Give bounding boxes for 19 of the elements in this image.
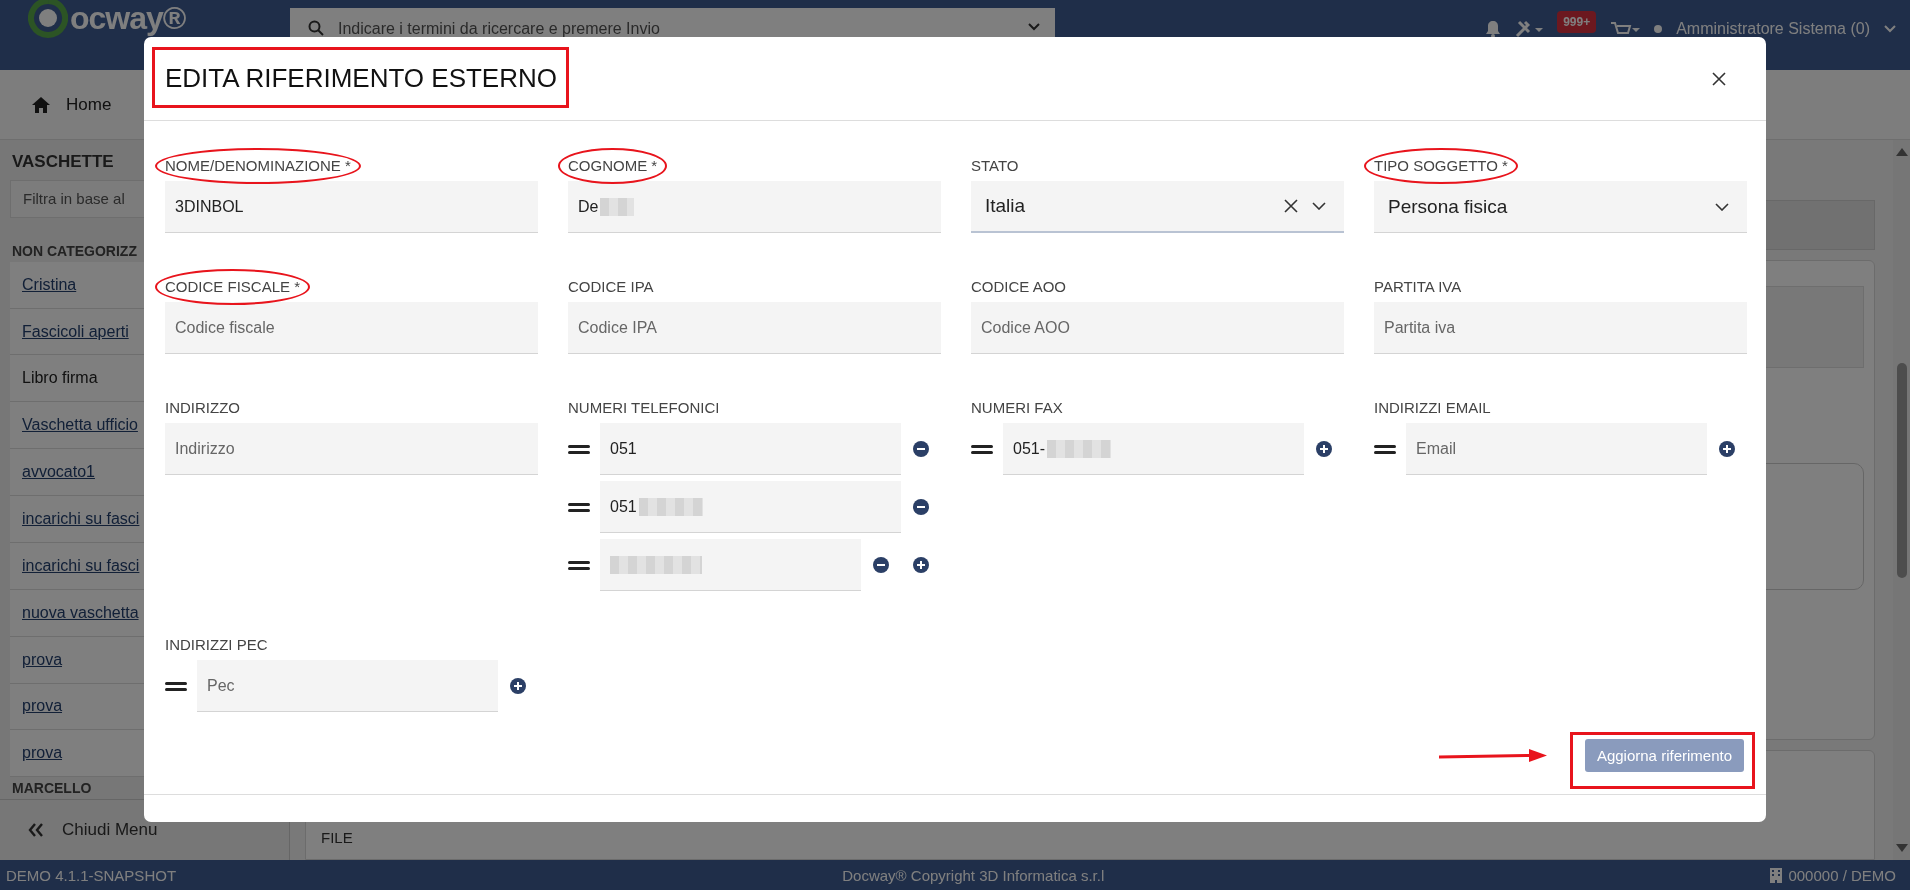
field-label: CODICE IPA: [568, 277, 654, 297]
field-label: NUMERI TELEFONICI: [568, 398, 720, 418]
account-label: 000000 / DEMO: [1788, 866, 1896, 884]
modal-title: EDITA RIFERIMENTO ESTERNO: [165, 63, 557, 93]
field-label: INDIRIZZI EMAIL: [1374, 398, 1491, 418]
notification-badge: 999+: [1557, 11, 1597, 33]
version-label: DEMO 4.1.1-SNAPSHOT: [6, 866, 177, 884]
field-label: INDIRIZZO: [165, 398, 240, 418]
field-label: NUMERI FAX: [971, 398, 1063, 418]
field-label: CODICE AOO: [971, 277, 1067, 297]
group-heading: NON CATEGORIZZ: [12, 241, 137, 261]
field-label: STATO: [971, 156, 1019, 176]
section-label: FILE: [321, 829, 353, 846]
group-heading: MARCELLO: [12, 779, 92, 799]
logo-text: ocway®: [70, 1, 186, 35]
copyright-text: Docway® Copyright 3D Informatica s.r.l: [842, 866, 1105, 884]
sidebar-title: VASCHETTE: [12, 152, 114, 173]
field-label: INDIRIZZI PEC: [165, 635, 268, 655]
field-label: PARTITA IVA: [1374, 277, 1462, 297]
